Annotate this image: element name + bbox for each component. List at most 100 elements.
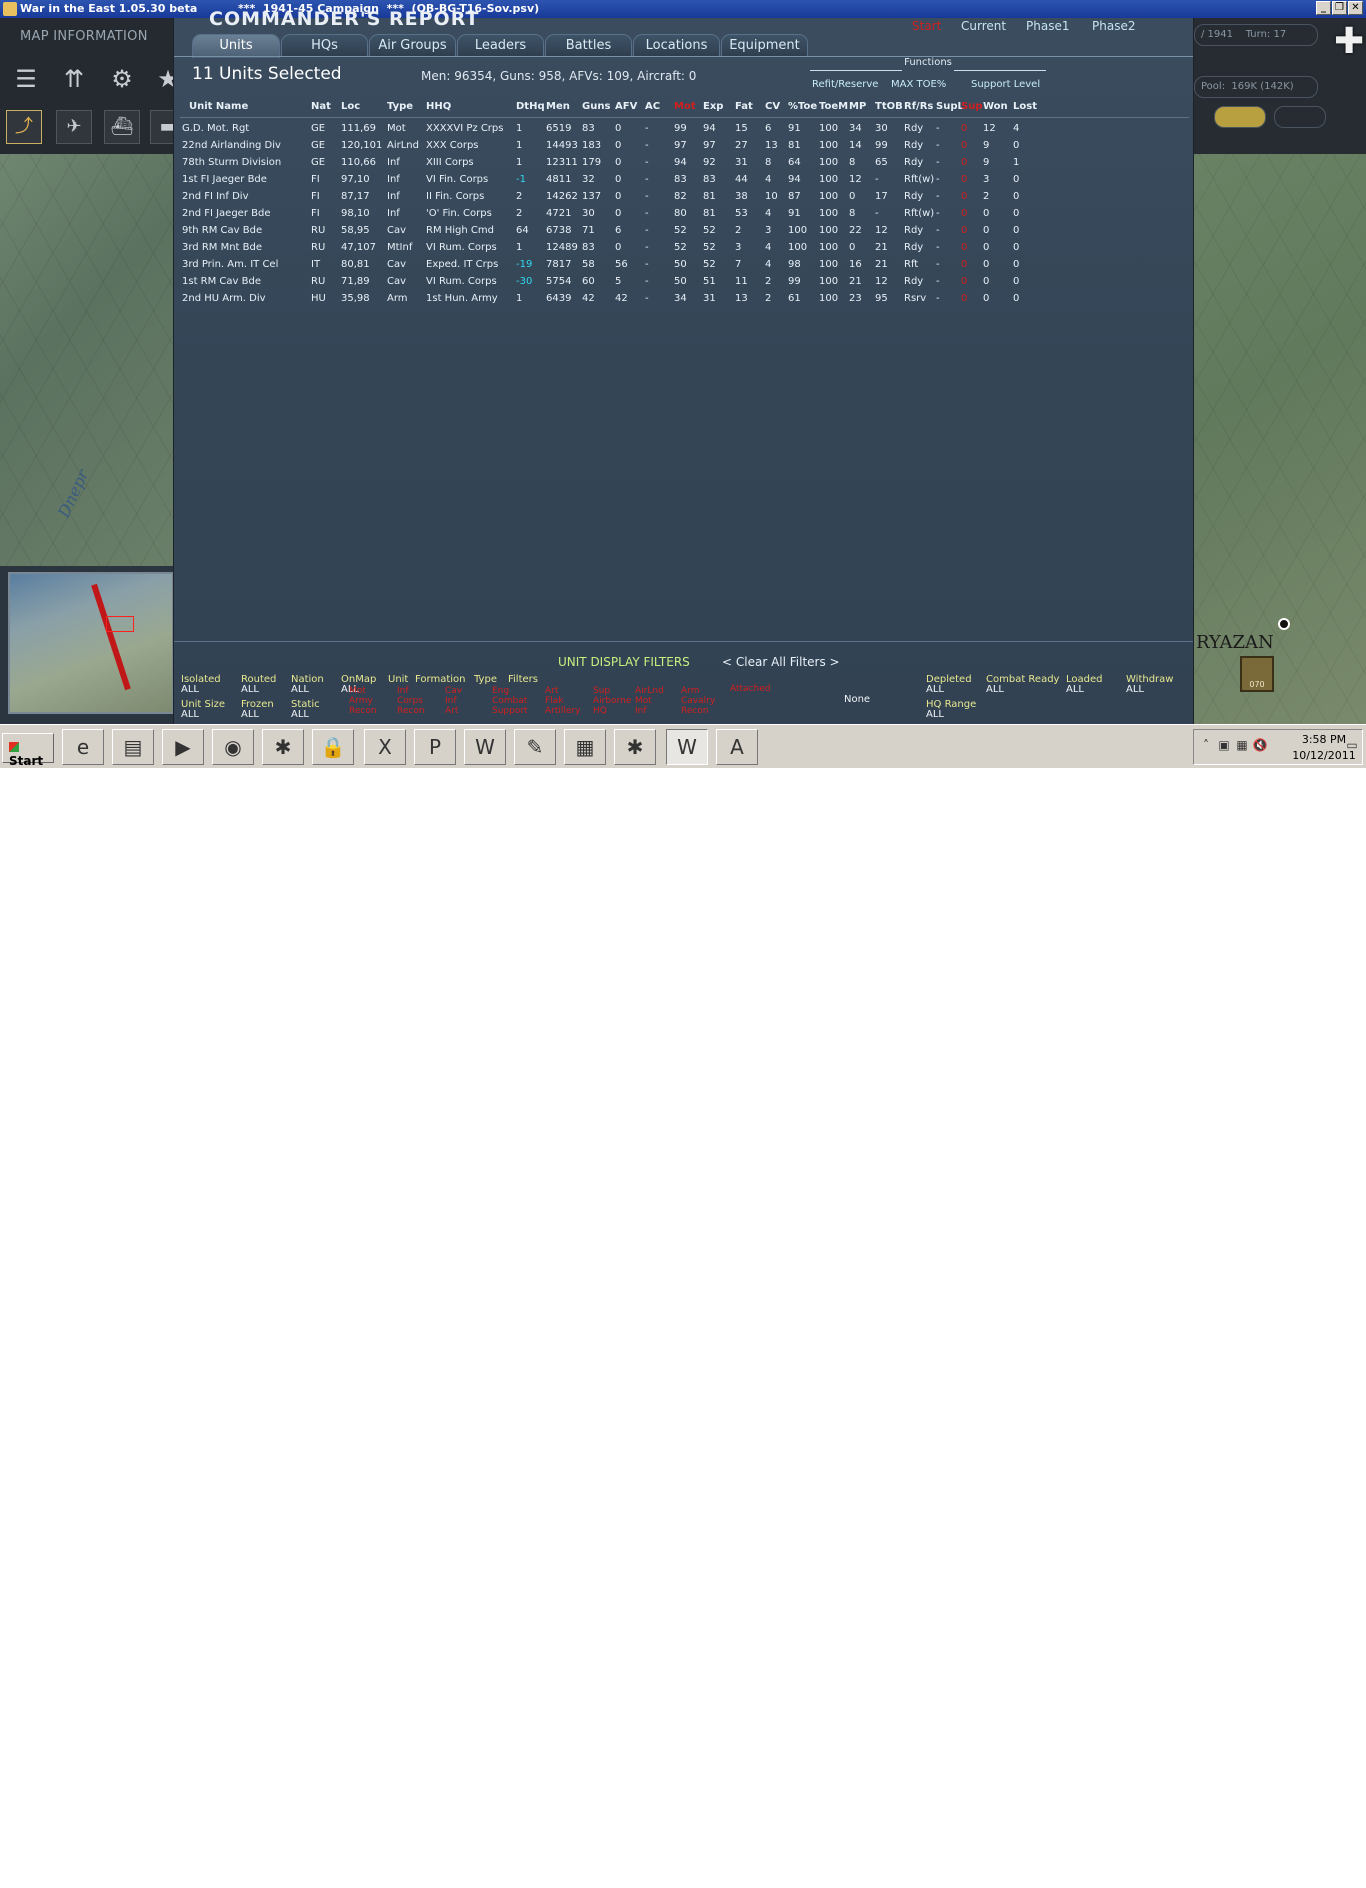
cell-unit-name[interactable]: 9th RM Cav Bde: [182, 225, 262, 236]
col-header-toem[interactable]: ToeM: [819, 101, 848, 112]
type-filter-option[interactable]: Recon: [349, 706, 377, 716]
table-row[interactable]: 1st FI Jaeger Bde FI 97,10 Inf VI Fin. Corps…: [174, 174, 1193, 191]
cell-unit-name[interactable]: 1st RM Cav Bde: [182, 276, 261, 287]
filter-static-value[interactable]: ALL: [291, 709, 309, 720]
restore-button[interactable]: ❐: [1332, 1, 1347, 15]
col-header-men[interactable]: Men: [546, 101, 570, 112]
support-level-button[interactable]: Support Level: [971, 79, 1040, 90]
type-filter-option[interactable]: Attached: [730, 684, 770, 694]
cell-unit-name[interactable]: G.D. Mot. Rgt: [182, 123, 249, 134]
phase-start[interactable]: Start: [912, 19, 941, 33]
filter-withdraw-value[interactable]: ALL: [1126, 684, 1144, 695]
col-header-loc[interactable]: Loc: [341, 101, 360, 112]
tray-volume-muted-icon[interactable]: 🔇: [1252, 738, 1268, 754]
col-header-unit-name[interactable]: Unit Name: [189, 101, 248, 112]
type-filter-option[interactable]: Art: [545, 686, 558, 696]
table-row[interactable]: G.D. Mot. Rgt GE 111,69 Mot XXXXVI Pz Crps 1 6…: [174, 123, 1193, 140]
type-filter-option[interactable]: Corps: [397, 696, 423, 706]
cell-unit-name[interactable]: 22nd Airlanding Div: [182, 140, 281, 151]
type-filter-option[interactable]: Inf: [635, 706, 647, 716]
type-filter-option[interactable]: Inf: [445, 696, 457, 706]
layers-icon[interactable]: ☰: [8, 62, 44, 96]
powerpoint-icon[interactable]: P: [414, 729, 456, 765]
filter-attached-value[interactable]: None: [844, 694, 870, 705]
cell-unit-name[interactable]: 1st FI Jaeger Bde: [182, 174, 267, 185]
filter-nation-value[interactable]: ALL: [291, 684, 309, 695]
phase-1[interactable]: Phase1: [1026, 19, 1069, 33]
table-row[interactable]: 3rd RM Mnt Bde RU 47,107 MtInf VI Rum. Corps…: [174, 242, 1193, 259]
col-header-exp[interactable]: Exp: [703, 101, 723, 112]
table-row[interactable]: 1st RM Cav Bde RU 71,89 Cav VI Rum. Corps -30…: [174, 276, 1193, 293]
refit-reserve-button[interactable]: Refit/Reserve: [812, 79, 878, 90]
filter-hq-range-value[interactable]: ALL: [926, 709, 944, 720]
tab-locations[interactable]: Locations: [633, 34, 720, 57]
type-filter-option[interactable]: Arm: [681, 686, 699, 696]
type-filter-option[interactable]: Combat: [492, 696, 527, 706]
type-filter-option[interactable]: Inf: [397, 686, 409, 696]
max-toe-button[interactable]: MAX TOE%: [891, 79, 946, 90]
col-header-ac[interactable]: AC: [645, 101, 660, 112]
type-filter-option[interactable]: Support: [492, 706, 528, 716]
table-row[interactable]: 22nd Airlanding Div GE 120,101 AirLnd XXX Co…: [174, 140, 1193, 157]
type-filter-option[interactable]: Flak: [545, 696, 563, 706]
type-filter-option[interactable]: Army: [349, 696, 373, 706]
col-header-rf-rs[interactable]: Rf/Rs: [904, 101, 933, 112]
cell-unit-name[interactable]: 3rd RM Mnt Bde: [182, 242, 262, 253]
col-header-afv[interactable]: AFV: [615, 101, 637, 112]
lock-icon[interactable]: 🔒: [312, 729, 354, 765]
col-header-toe-pct[interactable]: %Toe: [788, 101, 817, 112]
table-row[interactable]: 2nd FI Inf Div FI 87,17 Inf II Fin. Corps 2 14…: [174, 191, 1193, 208]
minimap-viewport[interactable]: [106, 616, 134, 632]
type-filter-option[interactable]: Recon: [397, 706, 425, 716]
phase-current[interactable]: Current: [961, 19, 1006, 33]
tab-battles[interactable]: Battles: [545, 34, 632, 57]
tab-units[interactable]: Units: [192, 34, 280, 58]
col-header-guns[interactable]: Guns: [582, 101, 610, 112]
type-filter-option[interactable]: Sup: [593, 686, 610, 696]
type-filter-option[interactable]: Cav: [445, 686, 462, 696]
people-icon[interactable]: ✱: [262, 729, 304, 765]
clear-filters-button[interactable]: < Clear All Filters >: [722, 655, 840, 669]
type-filter-option[interactable]: Artillery: [545, 706, 580, 716]
tray-device-icon[interactable]: ▣: [1216, 738, 1232, 754]
tab-hqs[interactable]: HQs: [281, 34, 368, 57]
col-header-mot[interactable]: Mot: [674, 101, 696, 112]
word-icon[interactable]: W: [464, 729, 506, 765]
units-icon[interactable]: ⇈: [56, 62, 92, 96]
map-view-left[interactable]: Dnepr: [0, 154, 173, 566]
filter-isolated-value[interactable]: ALL: [181, 684, 199, 695]
filter-loaded-value[interactable]: ALL: [1066, 684, 1084, 695]
col-header-fat[interactable]: Fat: [735, 101, 753, 112]
col-header-lost[interactable]: Lost: [1013, 101, 1037, 112]
filter-frozen-value[interactable]: ALL: [241, 709, 259, 720]
col-header-type[interactable]: Type: [387, 101, 413, 112]
cell-unit-name[interactable]: 78th Sturm Division: [182, 157, 281, 168]
unit-counter[interactable]: 070: [1240, 656, 1274, 692]
col-header-nat[interactable]: Nat: [311, 101, 331, 112]
type-filter-option[interactable]: AirLnd: [635, 686, 664, 696]
col-header-cv[interactable]: CV: [765, 101, 780, 112]
filter-routed-value[interactable]: ALL: [241, 684, 259, 695]
f2-air-icon[interactable]: ✈: [56, 110, 92, 144]
table-row[interactable]: 78th Sturm Division GE 110,66 Inf XIII Corps…: [174, 157, 1193, 174]
col-header-supl[interactable]: SupL: [936, 101, 964, 112]
internet-explorer-icon[interactable]: e: [62, 729, 104, 765]
f1-ground-icon[interactable]: ⤴: [6, 110, 42, 144]
file-explorer-icon[interactable]: ▤: [112, 729, 154, 765]
col-header-mp[interactable]: MP: [849, 101, 866, 112]
type-filter-option[interactable]: Eng: [492, 686, 509, 696]
type-filter-option[interactable]: Art: [445, 706, 458, 716]
calculator-icon[interactable]: ▦: [564, 729, 606, 765]
gear-icon[interactable]: ⚙: [104, 62, 140, 96]
col-header-hhq[interactable]: HHQ: [426, 101, 451, 112]
tab-air-groups[interactable]: Air Groups: [369, 34, 456, 57]
type-filter-option[interactable]: Recon: [681, 706, 709, 716]
firefox-icon[interactable]: ◉: [212, 729, 254, 765]
filter-unit-size-value[interactable]: ALL: [181, 709, 199, 720]
type-filter-option[interactable]: Airborne: [593, 696, 631, 706]
table-row[interactable]: 3rd Prin. Am. IT Cel IT 80,81 Cav Exped. IT …: [174, 259, 1193, 276]
cell-unit-name[interactable]: 2nd HU Arm. Div: [182, 293, 266, 304]
minimize-button[interactable]: _: [1316, 1, 1331, 15]
table-row[interactable]: 9th RM Cav Bde RU 58,95 Cav RM High Cmd 64 673…: [174, 225, 1193, 242]
map-info-label[interactable]: MAP INFORMATION: [0, 18, 173, 58]
